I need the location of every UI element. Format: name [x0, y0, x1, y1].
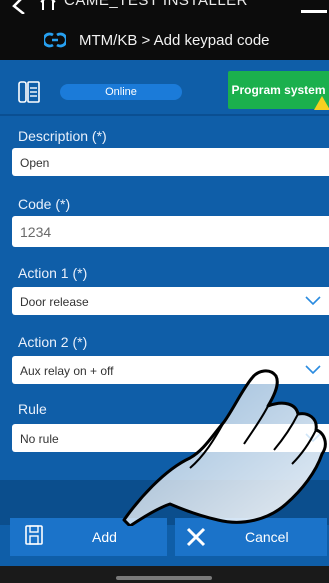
- add-button[interactable]: Add: [10, 518, 167, 556]
- chevron-down-icon: [305, 296, 321, 306]
- home-icon[interactable]: [38, 0, 58, 10]
- cancel-button-label: Cancel: [245, 529, 289, 545]
- status-bar: Online Program system: [0, 60, 329, 116]
- action2-select[interactable]: Aux relay on + off: [12, 356, 329, 384]
- chevron-down-icon: [305, 433, 321, 443]
- code-value: 1234: [20, 224, 52, 240]
- online-status-badge: Online: [60, 84, 182, 100]
- rule-value: No rule: [20, 432, 59, 446]
- action2-value: Aux relay on + off: [20, 364, 114, 378]
- add-button-label: Add: [92, 529, 117, 545]
- description-label: Description (*): [18, 128, 107, 144]
- code-label: Code (*): [18, 196, 71, 212]
- description-field[interactable]: Open: [12, 148, 329, 176]
- bottom-bar: [0, 566, 329, 583]
- rule-label: Rule: [18, 401, 47, 417]
- warning-icon: [314, 96, 329, 110]
- chevron-down-icon: [305, 365, 321, 375]
- description-value: Open: [20, 156, 50, 170]
- menu-icon[interactable]: [299, 0, 329, 16]
- top-bar: CAME_TEST INSTALLER MTM/KB > Add keypad …: [0, 0, 329, 60]
- breadcrumb: MTM/KB > Add keypad code: [79, 32, 270, 49]
- rule-select[interactable]: No rule: [12, 424, 329, 452]
- link-icon: [44, 32, 66, 48]
- installer-name: CAME_TEST INSTALLER: [64, 0, 248, 9]
- code-field[interactable]: 1234: [12, 216, 329, 247]
- home-indicator: [116, 576, 212, 580]
- cancel-button[interactable]: Cancel: [175, 518, 327, 556]
- keypad-panel-icon: [18, 81, 40, 103]
- back-arrow-icon[interactable]: [6, 0, 36, 14]
- action1-label: Action 1 (*): [18, 265, 88, 281]
- action1-select[interactable]: Door release: [12, 287, 329, 315]
- close-icon: [186, 527, 206, 547]
- save-icon: [25, 525, 43, 545]
- action1-value: Door release: [20, 295, 89, 309]
- action2-label: Action 2 (*): [18, 334, 88, 350]
